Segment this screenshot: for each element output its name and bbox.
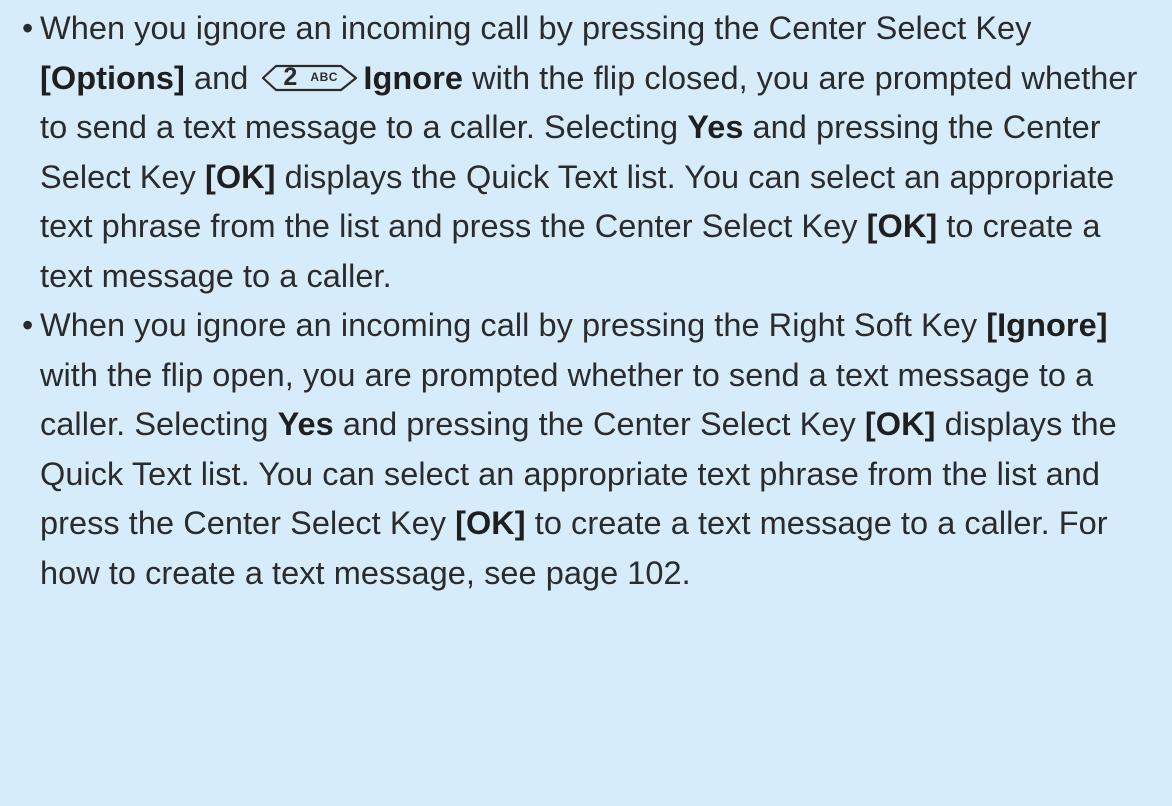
bullet-item-flip-open: • When you ignore an incoming call by pre… [22,301,1142,598]
bullet-dot-icon: • [22,10,34,46]
manual-page: • When you ignore an incoming call by pre… [0,0,1172,806]
dial-key-2-abc-icon: 2 ABC [261,62,359,92]
yes-label: Yes [277,406,334,442]
text-segment: When you ignore an incoming call by pres… [40,307,987,343]
bullet-item-flip-closed: • When you ignore an incoming call by pre… [22,4,1142,301]
text-segment: and [184,59,258,96]
text-segment: When you ignore an incoming call by pres… [40,10,1032,46]
text-segment: and pressing the Center Select Key [333,406,865,442]
yes-label: Yes [687,109,744,145]
ok-key-label: [OK] [455,505,526,541]
bullet-list: • When you ignore an incoming call by pre… [22,4,1142,598]
key-letters: ABC [310,69,338,84]
options-key-label: [Options] [40,59,185,96]
ignore-key-label: [Ignore] [986,307,1108,343]
ignore-label: Ignore [363,59,464,96]
ok-key-label: [OK] [204,158,276,195]
ok-key-label: [OK] [866,208,938,244]
bullet-dot-icon: • [22,307,34,343]
ok-key-label: [OK] [864,406,936,442]
key-digit: 2 [283,62,298,91]
